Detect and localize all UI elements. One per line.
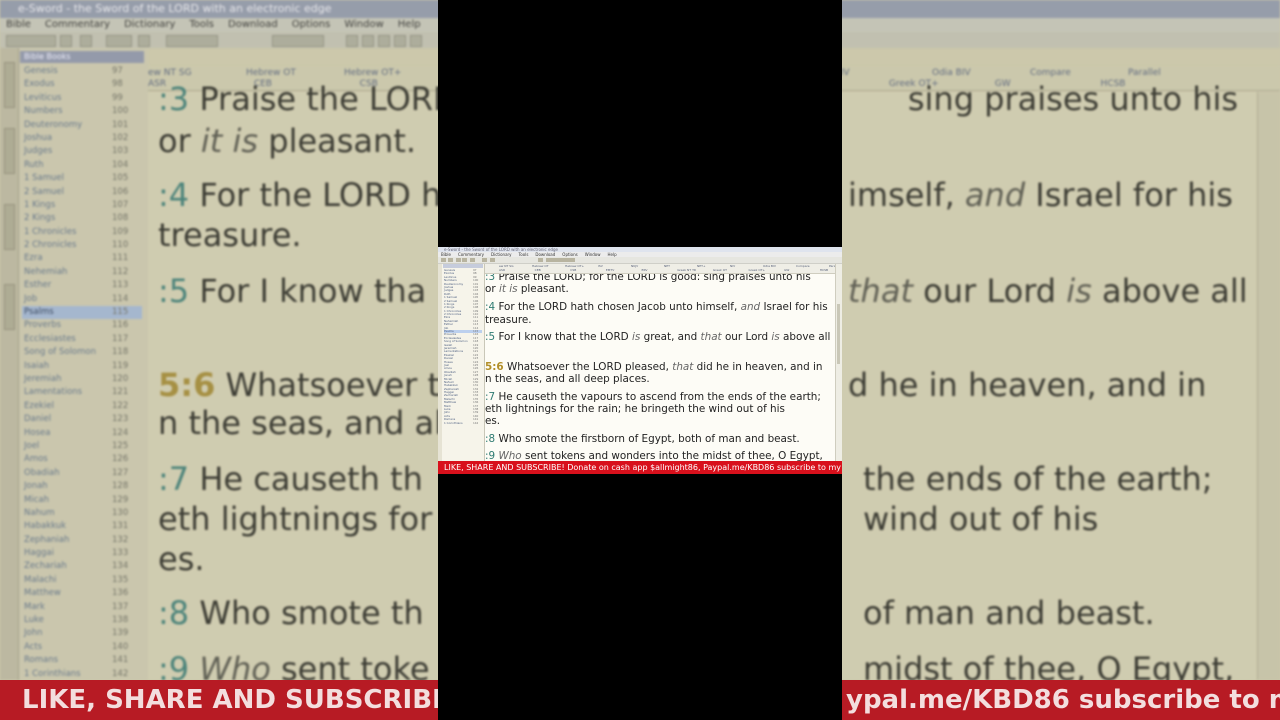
bible-tab[interactable]: Greek OT+ bbox=[748, 268, 765, 272]
bible-tab[interactable]: Greek OT bbox=[713, 268, 727, 272]
book-list: Genesis 97 Exodus 98 Leviticus 99 Numbers 100 De… bbox=[444, 268, 482, 425]
verse-line: :9 Who sent tokens and wonders into the … bbox=[485, 450, 823, 461]
toolbar-button[interactable] bbox=[470, 258, 475, 262]
verse-line: es. bbox=[485, 415, 501, 427]
vertical-scrollbar[interactable] bbox=[835, 264, 842, 461]
bible-tab[interactable]: NET bbox=[664, 264, 670, 268]
toolbar bbox=[438, 257, 842, 264]
verse-line: eth lightnings for the rain; he bringeth… bbox=[485, 403, 785, 415]
toolbar-button[interactable] bbox=[490, 258, 495, 262]
toolbar-button[interactable] bbox=[441, 258, 446, 262]
verse-line: or it is pleasant. bbox=[485, 283, 569, 295]
bible-tab[interactable]: EMTV bbox=[606, 268, 614, 272]
verse-line: :3 Praise the LORD; for the LORD is good… bbox=[485, 274, 811, 283]
verse-line: n the seas, and all deep places. bbox=[485, 373, 650, 385]
book-number: 142 bbox=[473, 420, 479, 425]
side-tabs bbox=[438, 264, 442, 461]
verse-line: :7 He causeth the vapours to ascend from… bbox=[485, 391, 821, 403]
verse-line: 5:6 Whatsoever the LORD pleased, that di… bbox=[485, 361, 823, 373]
bible-tab[interactable]: Greek NT TR bbox=[677, 268, 696, 272]
toolbar-button[interactable] bbox=[462, 258, 467, 262]
toolbar-button[interactable] bbox=[538, 258, 543, 262]
bible-tab[interactable]: ERV bbox=[642, 268, 648, 272]
esword-window: e-Sword - the Sword of the LORD with an … bbox=[438, 247, 842, 474]
toolbar-button[interactable] bbox=[482, 258, 487, 262]
bible-tab[interactable]: ISV bbox=[598, 264, 603, 268]
verse-line: treasure. bbox=[485, 314, 532, 326]
bible-books-sidebar: Genesis 97 Exodus 98 Leviticus 99 Numbers 100 De… bbox=[438, 264, 485, 461]
bible-tabs: ew NT SG Hebrew OT Hebrew OT+ ISV NKJV NET NET… bbox=[485, 264, 842, 274]
bible-tab[interactable]: CSB bbox=[570, 268, 576, 272]
bible-tab[interactable]: GW bbox=[784, 268, 789, 272]
book-name: 1 Corinthians bbox=[444, 420, 463, 425]
bible-tab[interactable]: Compare bbox=[796, 264, 810, 268]
verse-line: :4 For the LORD hath chosen Jacob unto h… bbox=[485, 301, 828, 313]
bible-tab[interactable]: NET+ bbox=[697, 264, 706, 268]
bible-tab[interactable]: NKJV bbox=[631, 264, 638, 268]
verse-line: :8 Who smote the firstborn of Egypt, bot… bbox=[485, 433, 800, 445]
toolbar-button[interactable] bbox=[448, 258, 453, 262]
bible-tab[interactable]: ASR bbox=[499, 268, 505, 272]
bible-tab[interactable]: NIV bbox=[730, 264, 735, 268]
bible-tab[interactable]: HCSB bbox=[820, 268, 828, 272]
toolbar-button[interactable] bbox=[456, 258, 461, 262]
toolbar-button[interactable] bbox=[570, 258, 575, 262]
video-frame: e-Sword - the Sword of the LORD with an … bbox=[438, 0, 842, 720]
book-item[interactable]: 1 Corinthians 142 bbox=[444, 420, 482, 425]
verse-text: :3 Praise the LORD; for the LORD is good… bbox=[485, 274, 835, 461]
subscribe-banner: LIKE, SHARE AND SUBSCRIBE! Donate on cas… bbox=[438, 461, 842, 474]
verse-line: :5 For I know that the LORD is great, an… bbox=[485, 331, 831, 343]
bible-tab[interactable]: CEB bbox=[535, 268, 541, 272]
scrollbar-thumb[interactable] bbox=[837, 304, 840, 364]
